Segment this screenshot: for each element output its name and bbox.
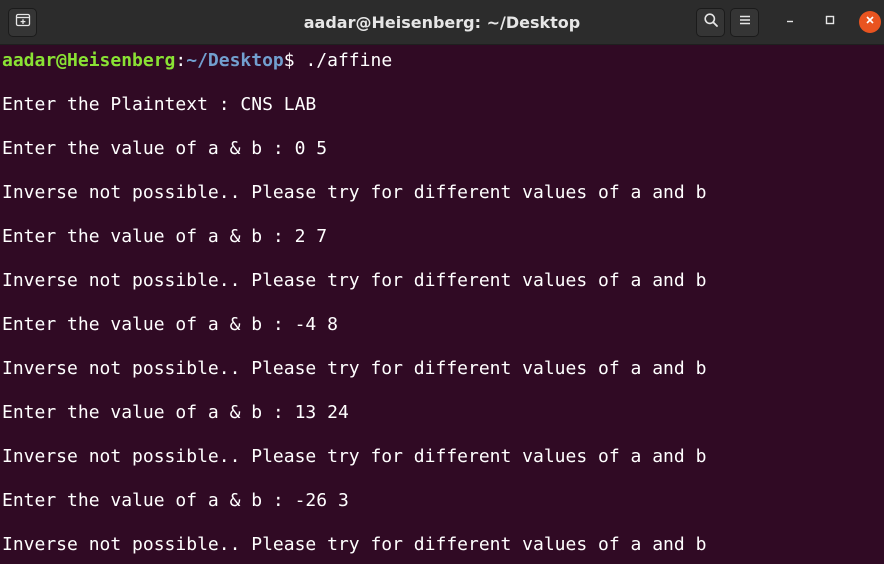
- prompt-path: ~/Desktop: [186, 50, 284, 71]
- output-line: Inverse not possible.. Please try for di…: [2, 358, 707, 379]
- output-line: Enter the Plaintext : CNS LAB: [2, 94, 317, 115]
- close-icon: [864, 13, 876, 31]
- menu-button[interactable]: [730, 8, 759, 37]
- minimize-icon: [784, 13, 796, 31]
- output-line: Enter the value of a & b : 13 24: [2, 402, 349, 423]
- terminal-output-area[interactable]: aadar@Heisenberg:~/Desktop$ ./affine Ent…: [0, 45, 884, 564]
- maximize-button[interactable]: [819, 11, 841, 33]
- prompt-separator: :: [175, 50, 187, 71]
- new-tab-icon: [15, 12, 31, 33]
- output-line: Enter the value of a & b : -26 3: [2, 490, 349, 511]
- output-line: Inverse not possible.. Please try for di…: [2, 182, 707, 203]
- output-line: Enter the value of a & b : 2 7: [2, 226, 328, 247]
- prompt-user-host: aadar@Heisenberg: [2, 50, 176, 71]
- command-prompt-line: aadar@Heisenberg:~/Desktop$ ./affine: [2, 49, 392, 73]
- search-icon: [703, 12, 719, 33]
- minimize-button[interactable]: [779, 11, 801, 33]
- output-line: Inverse not possible.. Please try for di…: [2, 446, 707, 467]
- prompt-symbol: $: [283, 50, 295, 71]
- prompt-command: ./affine: [294, 50, 393, 71]
- close-button[interactable]: [859, 11, 881, 33]
- output-line: Inverse not possible.. Please try for di…: [2, 270, 707, 291]
- maximize-icon: [824, 13, 836, 31]
- title-bar[interactable]: aadar@Heisenberg: ~/Desktop: [0, 0, 884, 45]
- output-line: Enter the value of a & b : 0 5: [2, 138, 328, 159]
- terminal-window: aadar@Heisenberg: ~/Desktop aadar@Heisen…: [0, 0, 884, 564]
- search-button[interactable]: [696, 8, 725, 37]
- hamburger-menu-icon: [738, 13, 752, 32]
- output-line: Enter the value of a & b : -4 8: [2, 314, 338, 335]
- output-line: Inverse not possible.. Please try for di…: [2, 534, 707, 555]
- new-tab-button[interactable]: [8, 8, 37, 37]
